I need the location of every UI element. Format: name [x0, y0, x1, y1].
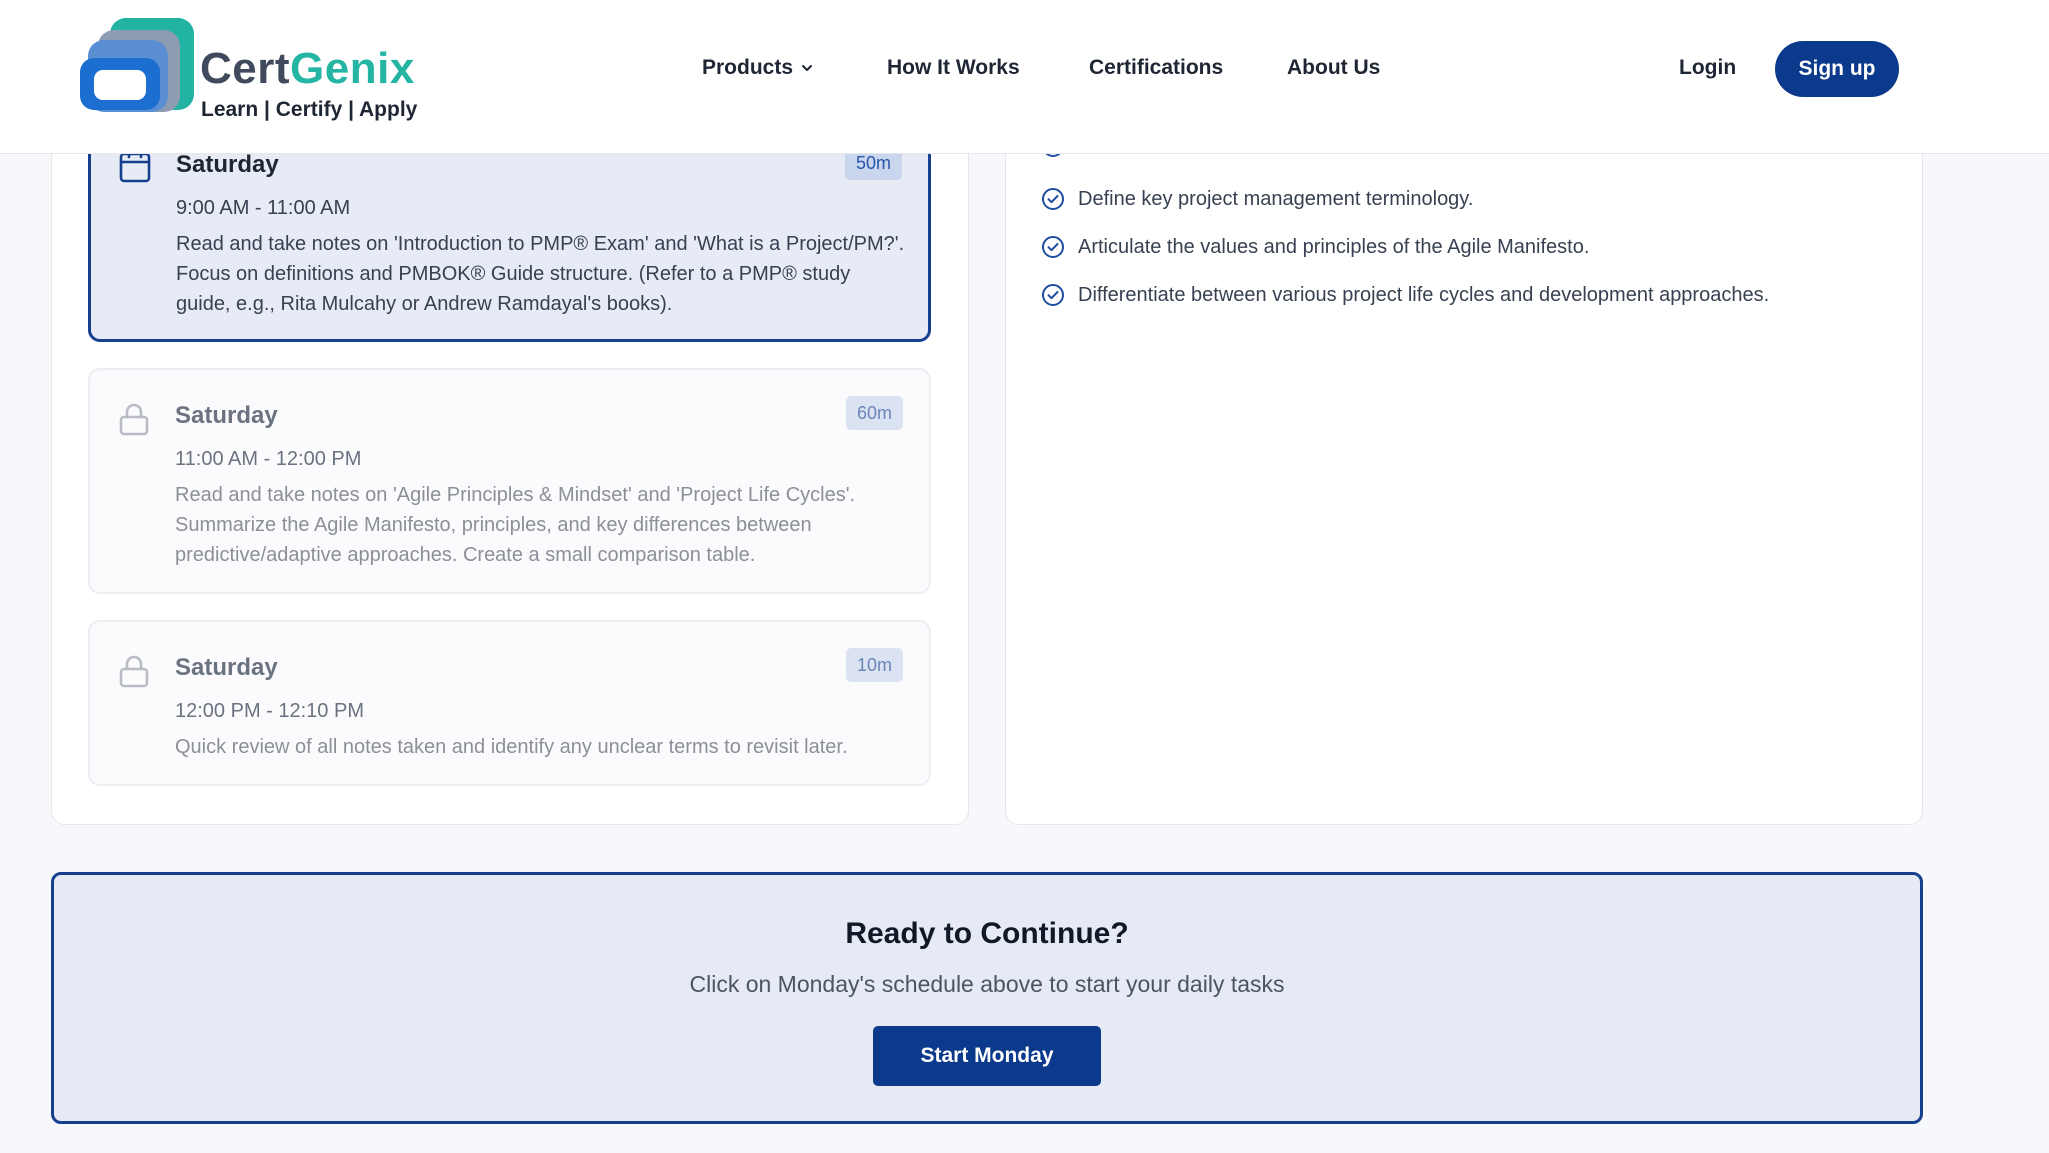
task-card-3: Saturday 10m 12:00 PM - 12:10 PM Quick r…: [88, 620, 931, 786]
site-header: CertGenix Learn | Certify | Apply Produc…: [0, 0, 2049, 154]
task-day: Saturday: [176, 151, 279, 178]
task-description: Quick review of all notes taken and iden…: [175, 736, 848, 758]
check-circle-icon: [1042, 284, 1064, 306]
objective-text: Define key project management terminolog…: [1078, 187, 1474, 210]
callout-subtitle: Click on Monday's schedule above to star…: [689, 971, 1285, 997]
nav-label: Products: [702, 56, 794, 79]
duration-badge: 10m: [845, 648, 903, 682]
task-description: Read and take notes on 'Introduction to …: [176, 233, 905, 315]
task-card-2: Saturday 60m 11:00 AM - 12:00 PM Read an…: [88, 368, 931, 594]
task-description: Read and take notes on 'Agile Principles…: [175, 484, 856, 566]
signup-button[interactable]: Sign up: [1775, 41, 1899, 97]
continue-callout: Ready to Continue? Click on Monday's sch…: [51, 872, 1923, 1124]
start-monday-button[interactable]: Start Monday: [873, 1026, 1101, 1086]
callout-title: Ready to Continue?: [845, 917, 1129, 950]
calendar-icon: [119, 149, 151, 183]
task-day: Saturday: [175, 402, 278, 429]
nav-how-it-works[interactable]: How It Works: [887, 56, 1020, 80]
lock-icon: [118, 402, 150, 436]
lock-icon: [118, 654, 150, 688]
logo-tagline: Learn | Certify | Apply: [201, 98, 418, 121]
check-circle-icon: [1042, 236, 1064, 258]
objective-text: Differentiate between various project li…: [1078, 283, 1770, 306]
objective-item: Differentiate between various project li…: [1041, 280, 1769, 310]
objective-text: Articulate the values and principles of …: [1078, 235, 1590, 258]
task-time: 9:00 AM - 11:00 AM: [176, 197, 351, 219]
task-day: Saturday: [175, 654, 278, 681]
logo-mark-icon: [80, 18, 194, 112]
objectives-panel: Understand the PMP® exam structure and c…: [1005, 100, 1923, 825]
task-time: 11:00 AM - 12:00 PM: [175, 448, 362, 470]
logo[interactable]: CertGenix Learn | Certify | Apply: [78, 18, 418, 128]
nav-certifications[interactable]: Certifications: [1089, 56, 1223, 80]
duration-badge: 60m: [845, 396, 903, 430]
objective-item: Define key project management terminolog…: [1041, 184, 1473, 214]
chevron-down-icon: [802, 65, 813, 72]
nav-about-us[interactable]: About Us: [1287, 56, 1380, 80]
check-circle-icon: [1042, 188, 1064, 210]
task-time: 12:00 PM - 12:10 PM: [175, 700, 364, 722]
logo-name: CertGenix: [200, 44, 415, 93]
login-link[interactable]: Login: [1679, 56, 1736, 80]
task-card-1[interactable]: Saturday 50m 9:00 AM - 11:00 AM Read and…: [88, 134, 931, 342]
nav-products[interactable]: Products: [702, 56, 815, 80]
objective-item: Articulate the values and principles of …: [1041, 232, 1589, 262]
